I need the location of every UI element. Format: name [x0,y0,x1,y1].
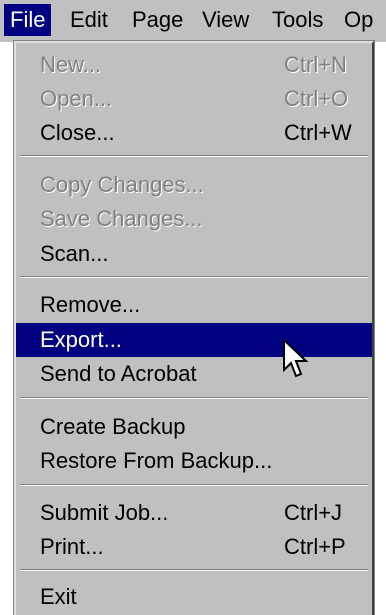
menu-separator [20,155,368,157]
menu-item-shortcut: Ctrl+O [284,86,349,111]
menu-item-shortcut: Ctrl+P [284,534,346,559]
menu-item-label: Export... [40,327,122,352]
menu-item-label: Remove... [40,292,141,317]
menu-item-create-backup[interactable]: Create Backup [16,410,372,444]
menu-item-label: Submit Job... [40,500,169,525]
menu-item-exit[interactable]: Exit [16,580,372,614]
menu-item-shortcut: Ctrl+W [284,120,352,145]
menu-item-open[interactable]: Open... Ctrl+O [16,82,372,116]
menu-item-label: Create Backup [40,414,186,439]
menu-separator [20,276,368,278]
file-menu-dropdown: New... Ctrl+N Open... Ctrl+O Close... Ct… [13,40,375,615]
menu-item-label: Save Changes... [40,206,203,231]
menu-separator [20,569,368,571]
menu-item-restore-from-backup[interactable]: Restore From Backup... [16,444,372,478]
menu-item-label: Scan... [40,241,109,266]
menu-separator [20,484,368,486]
menu-tools[interactable]: Tools [266,4,329,36]
menu-options[interactable]: Op [338,4,379,36]
menu-item-label: Copy Changes... [40,172,204,197]
menu-page[interactable]: Page [126,4,189,36]
menu-item-new[interactable]: New... Ctrl+N [16,48,372,82]
menu-item-send-to-acrobat[interactable]: Send to Acrobat [16,357,372,391]
menu-edit[interactable]: Edit [64,4,114,36]
menu-item-remove[interactable]: Remove... [16,288,372,322]
menu-item-submit-job[interactable]: Submit Job... Ctrl+J [16,496,372,530]
menu-item-label: New... [40,52,102,77]
arrow-pointer-icon [283,338,309,378]
menu-item-label: Close... [40,120,115,145]
menu-item-label: Restore From Backup... [40,448,273,473]
menu-item-scan[interactable]: Scan... [16,237,372,271]
menu-item-label: Exit [40,584,77,609]
menu-separator [20,397,368,399]
menu-item-export[interactable]: Export... [16,323,372,357]
menu-bar: File Edit Page View Tools Op [0,0,386,42]
menu-item-close[interactable]: Close... Ctrl+W [16,116,372,150]
menu-item-shortcut: Ctrl+N [284,52,347,77]
menu-item-copy-changes[interactable]: Copy Changes... [16,168,372,202]
menu-view[interactable]: View [196,4,255,36]
menu-item-save-changes[interactable]: Save Changes... [16,202,372,236]
menu-item-print[interactable]: Print... Ctrl+P [16,530,372,564]
menu-item-shortcut: Ctrl+J [284,500,343,525]
menu-item-label: Print... [40,534,104,559]
menu-file[interactable]: File [4,4,52,36]
menu-item-label: Open... [40,86,113,111]
menu-item-label: Send to Acrobat [40,361,197,386]
